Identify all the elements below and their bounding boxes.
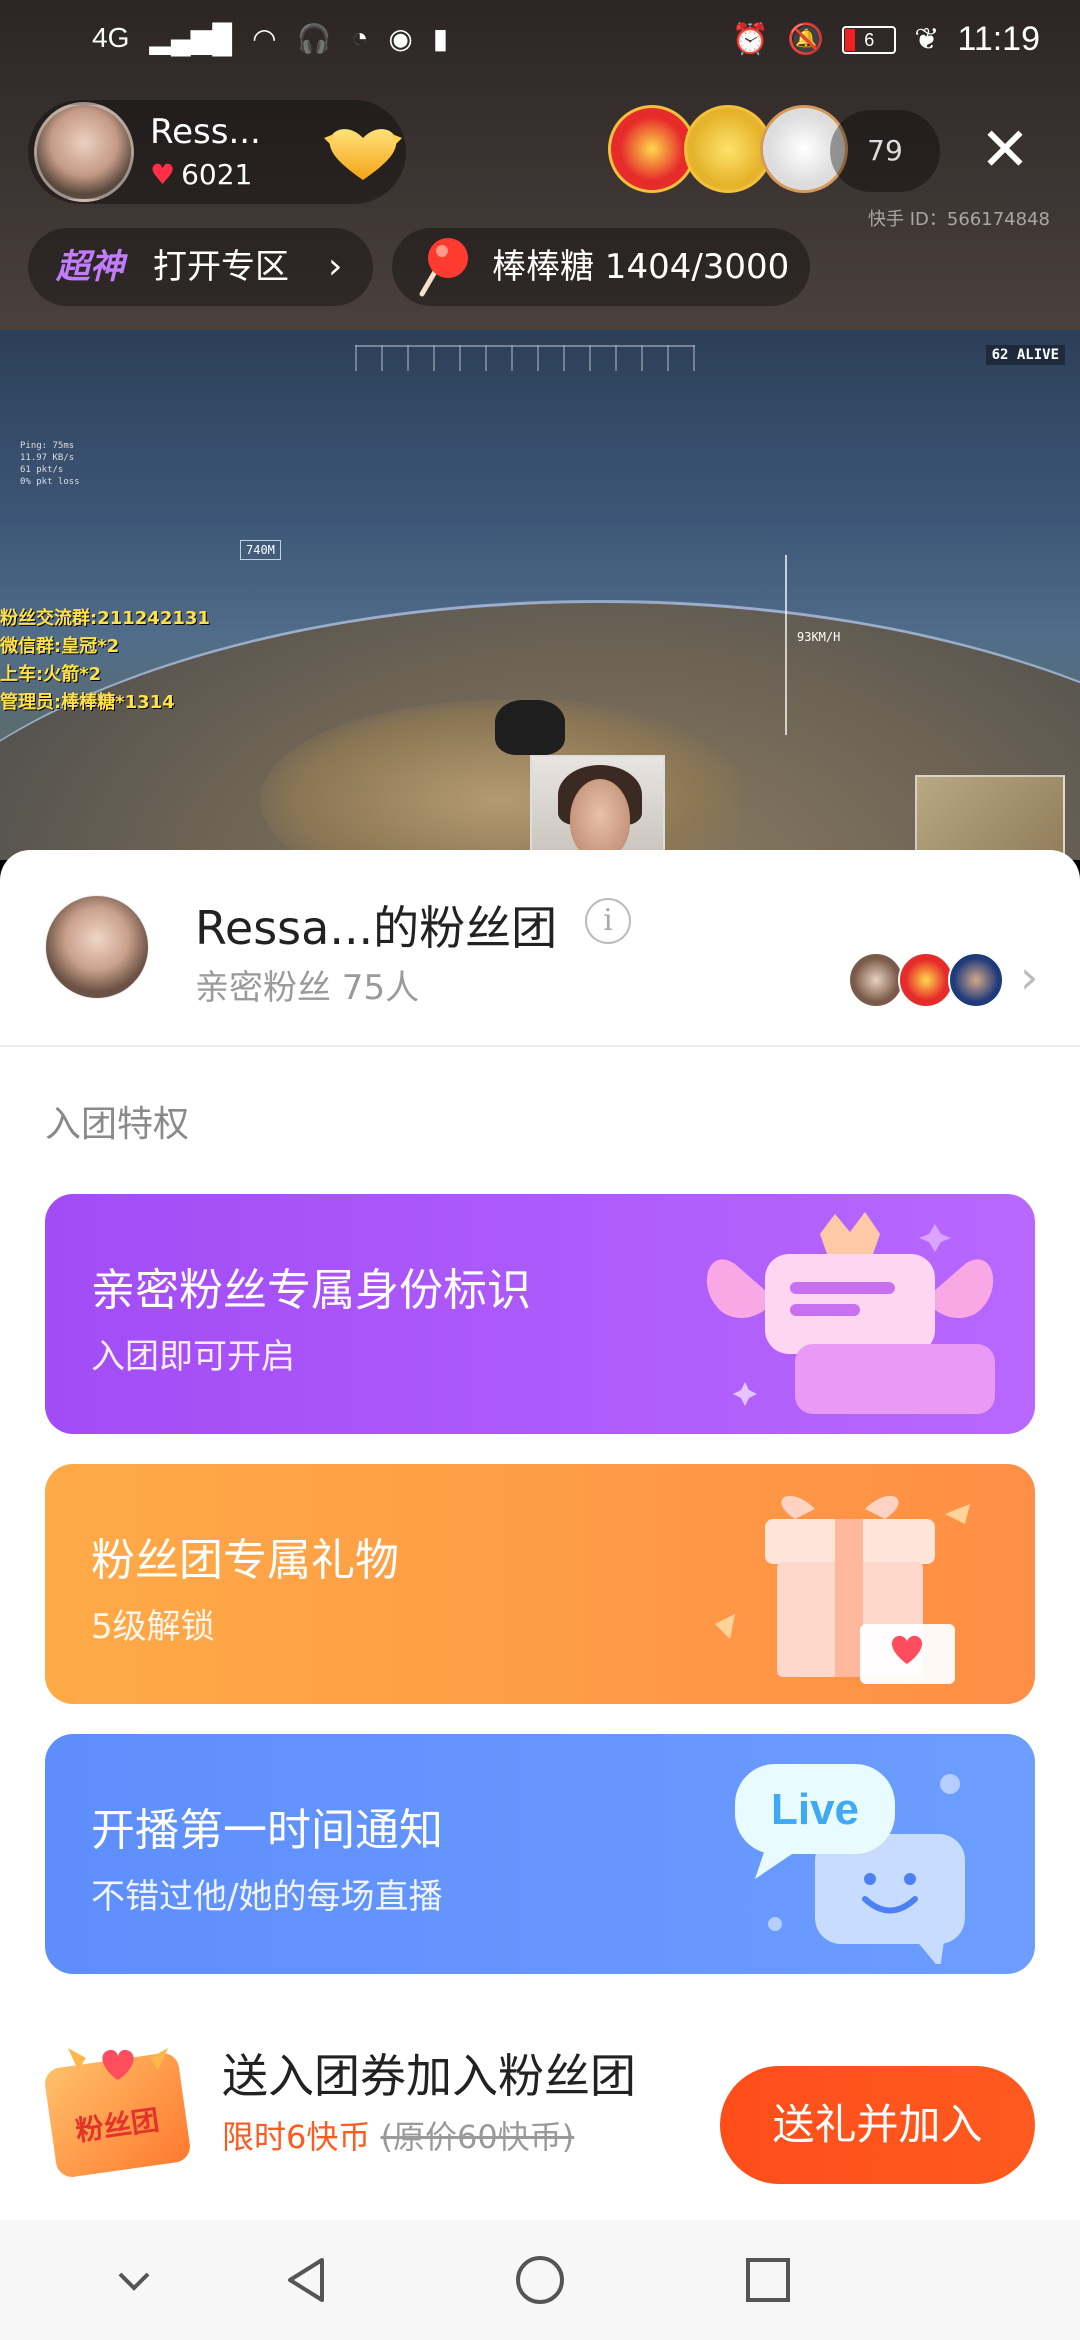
streamer-avatar[interactable] [34,102,134,202]
divider [0,1045,1080,1047]
camera-face [570,779,630,859]
fan-club-sheet: Ressa...的粉丝团 i 亲密粉丝 75人 › 入团特权 亲密粉丝专属身份标… [0,850,1080,2220]
member-avatar[interactable] [848,952,904,1008]
game-player [495,700,565,755]
chevron-down-icon[interactable] [104,2250,164,2310]
stat-line: 61 pkt/s [20,465,64,475]
perk-card-gift[interactable]: 粉丝团专属礼物 5级解锁 [45,1464,1035,1704]
stat-line: Ping: 75ms [20,441,75,451]
streamer-name: Ress... [150,112,261,152]
streamer-camera [530,755,665,860]
game-net-stats: Ping: 75ms 11.97 KB/s 61 pkt/s 0% pkt lo… [20,440,80,488]
member-avatar[interactable] [898,952,954,1008]
wifi-icon: ◠ [252,23,277,54]
winged-badge-icon [706,1212,995,1414]
recents-icon[interactable] [738,2250,798,2310]
game-altitude: 740M [240,540,281,560]
zone-label: 打开专区 [153,247,289,287]
member-avatar[interactable] [948,952,1004,1008]
battery-icon: 6 [842,25,897,54]
perk-title: 亲密粉丝专属身份标识 [91,1265,531,1316]
open-zone-button[interactable]: 超神 打开专区 › [28,228,373,306]
headphone-icon: 🎧 [296,23,332,54]
chevron-right-icon[interactable]: › [1020,950,1038,1004]
info-icon[interactable]: i [585,898,631,944]
info-line: 管理员:棒棒糖*1314 [0,692,175,713]
zone-badge: 超神 [56,247,124,287]
system-nav-bar [0,2220,1080,2340]
eye-icon: ◉ [388,23,413,54]
mute-icon: 🔕 [786,23,825,56]
viewer-count[interactable]: 79 [830,110,940,192]
game-compass [355,345,695,371]
perk-heading: 入团特权 [45,1104,190,1145]
streamer-avatar[interactable] [45,895,149,999]
viewer-avatar[interactable] [608,105,696,193]
leaf-icon: ❦ [914,23,940,56]
clock: 11:19 [957,20,1040,58]
back-icon[interactable] [278,2250,338,2310]
gift-box-icon [715,1495,970,1684]
perk-title: 开播第一时间通知 [91,1805,443,1856]
streamer-likes: ♥ 6021 [150,158,252,191]
status-icons-left: 4G ▂▄▆█ ◠ 🎧 ◔ ◉ ▮ [92,22,448,55]
game-minimap [915,775,1065,860]
status-icons-right: ⏰ 🔕 6 ❦ 11:19 [732,20,1040,59]
candy-label: 棒棒糖 1404/3000 [492,247,790,287]
heart-icon: ♥ [150,158,176,191]
viewer-avatar[interactable] [684,105,772,193]
signal-icon: ▂▄▆█ [149,23,233,54]
perk-title: 粉丝团专属礼物 [91,1535,399,1586]
info-line: 微信群:皇冠*2 [0,636,120,657]
network-type: 4G [92,22,130,53]
fan-club-heart-icon[interactable] [320,120,406,186]
lollipop-icon [419,238,468,297]
perk-subtitle: 5级解锁 [91,1607,215,1647]
streamer-info[interactable]: Ress... ♥ 6021 [28,100,406,204]
streamer-info-overlay: 粉丝交流群:211242131 微信群:皇冠*2 上车:火箭*2 管理员:棒棒糖… [0,605,210,717]
data-saver-icon: ◔ [351,22,369,53]
fan-club-title: Ressa...的粉丝团 [195,901,558,955]
live-text: Live [771,1785,859,1834]
stat-line: 11.97 KB/s [20,453,75,463]
home-icon[interactable] [510,2250,570,2310]
perk-subtitle: 入团即可开启 [91,1337,295,1377]
status-bar: 4G ▂▄▆█ ◠ 🎧 ◔ ◉ ▮ ⏰ 🔕 6 ❦ 11:19 [0,0,1080,80]
info-line: 上车:火箭*2 [0,664,102,685]
info-line: 粉丝交流群:211242131 [0,608,210,629]
game-alive-count: 62 ALIVE [985,345,1065,365]
alarm-icon: ⏰ [731,23,769,56]
chevron-right-icon: › [328,246,343,287]
join-title: 送入团券加入粉丝团 [222,2049,636,2103]
game-speed-gauge: 93KM/H [785,555,840,735]
sale-price: 限时6快币 [222,2118,371,2156]
stat-line: 0% pkt loss [20,477,80,487]
game-speed: 93KM/H [797,630,841,644]
perk-card-identity[interactable]: 亲密粉丝专属身份标识 入团即可开启 [45,1194,1035,1434]
join-price: 限时6快币 (原价60快币) [222,2112,574,2158]
sim-icon: ▮ [432,23,449,54]
perk-subtitle: 不错过他/她的每场直播 [91,1877,443,1917]
candy-progress[interactable]: 棒棒糖 1404/3000 [392,228,810,306]
send-gift-join-button[interactable]: 送礼并加入 [720,2066,1035,2184]
original-price: (原价60快币) [380,2118,575,2156]
live-chat-icon: Live [735,1764,965,1964]
kuaishou-id: 快手 ID：566174848 [868,209,1050,230]
fan-club-badge-icon: 粉丝团 [45,2048,190,2177]
close-icon[interactable]: ✕ [975,120,1035,180]
perk-card-notification[interactable]: 开播第一时间通知 不错过他/她的每场直播 Live [45,1734,1035,1974]
likes-count: 6021 [181,158,253,191]
fan-count: 亲密粉丝 75人 [195,968,420,1008]
